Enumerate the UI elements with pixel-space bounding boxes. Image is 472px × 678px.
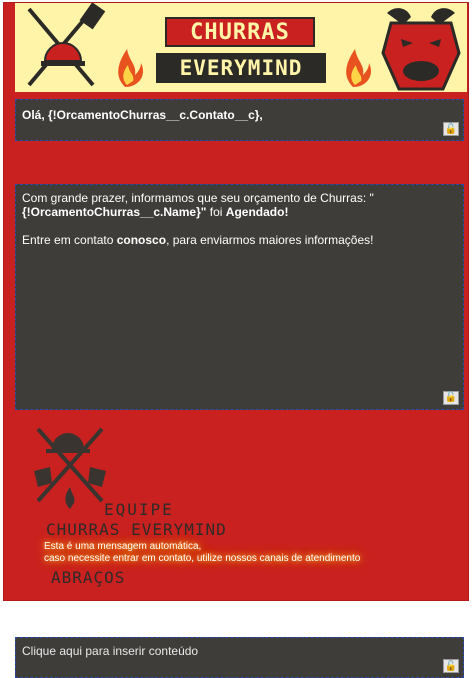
placeholder-text: Clique aqui para inserir conteúdo: [22, 644, 199, 658]
grill-lid-icon: [43, 42, 83, 62]
regards-text: ABRAÇOS: [51, 568, 126, 587]
contact-paragraph: Entre em contato conosco, para enviarmos…: [22, 233, 457, 247]
lock-icon[interactable]: 🔓: [443, 659, 459, 673]
message-intro: Com grande prazer, informamos que seu or…: [22, 191, 374, 205]
contact-bold: conosco: [116, 233, 167, 247]
auto-msg-line2: caso necessite entrar em contato, utiliz…: [44, 553, 361, 564]
lock-icon[interactable]: 🔓: [443, 391, 459, 405]
rooster-icon: [88, 467, 106, 487]
contact-post: , para enviarmos maiores informações!: [166, 233, 374, 247]
message-region[interactable]: Com grande prazer, informamos que seu or…: [15, 184, 464, 410]
content-placeholder-region[interactable]: Clique aqui para inserir conteúdo 🔓: [15, 637, 464, 678]
brand-title: CHURRAS: [165, 17, 315, 47]
brand-subtitle: EVERYMIND: [156, 53, 326, 83]
lock-icon[interactable]: 🔓: [443, 122, 459, 136]
greeting-region[interactable]: Olá, {!OrcamentoChurras__c.Contato__c}, …: [15, 99, 464, 141]
auto-msg-line1: Esta é uma mensagem automática,: [44, 541, 202, 552]
header-banner: CHURRAS EVERYMIND: [15, 3, 467, 96]
email-template-frame: CHURRAS EVERYMIND Olá, {!OrcamentoChurra…: [3, 2, 469, 678]
message-paragraph: Com grande prazer, informamos que seu or…: [22, 191, 457, 219]
contact-pre: Entre em contato: [22, 233, 117, 247]
bull-head-icon: [34, 467, 52, 487]
team-line1: EQUIPE: [104, 500, 174, 519]
team-line2: CHURRAS EVERYMIND: [46, 520, 227, 539]
merge-field-name: {!OrcamentoChurras__c.Name}": [22, 205, 207, 219]
bull-head-icon: [381, 8, 461, 91]
status-text: Agendado!: [225, 205, 289, 219]
spatula-icon: [79, 3, 106, 30]
greeting-text: Olá, {!OrcamentoChurras__c.Contato__c},: [22, 108, 263, 122]
automatic-message: Esta é uma mensagem automática, caso nec…: [44, 541, 360, 565]
message-foi: foi: [206, 205, 226, 219]
flame-icon: [65, 487, 75, 509]
